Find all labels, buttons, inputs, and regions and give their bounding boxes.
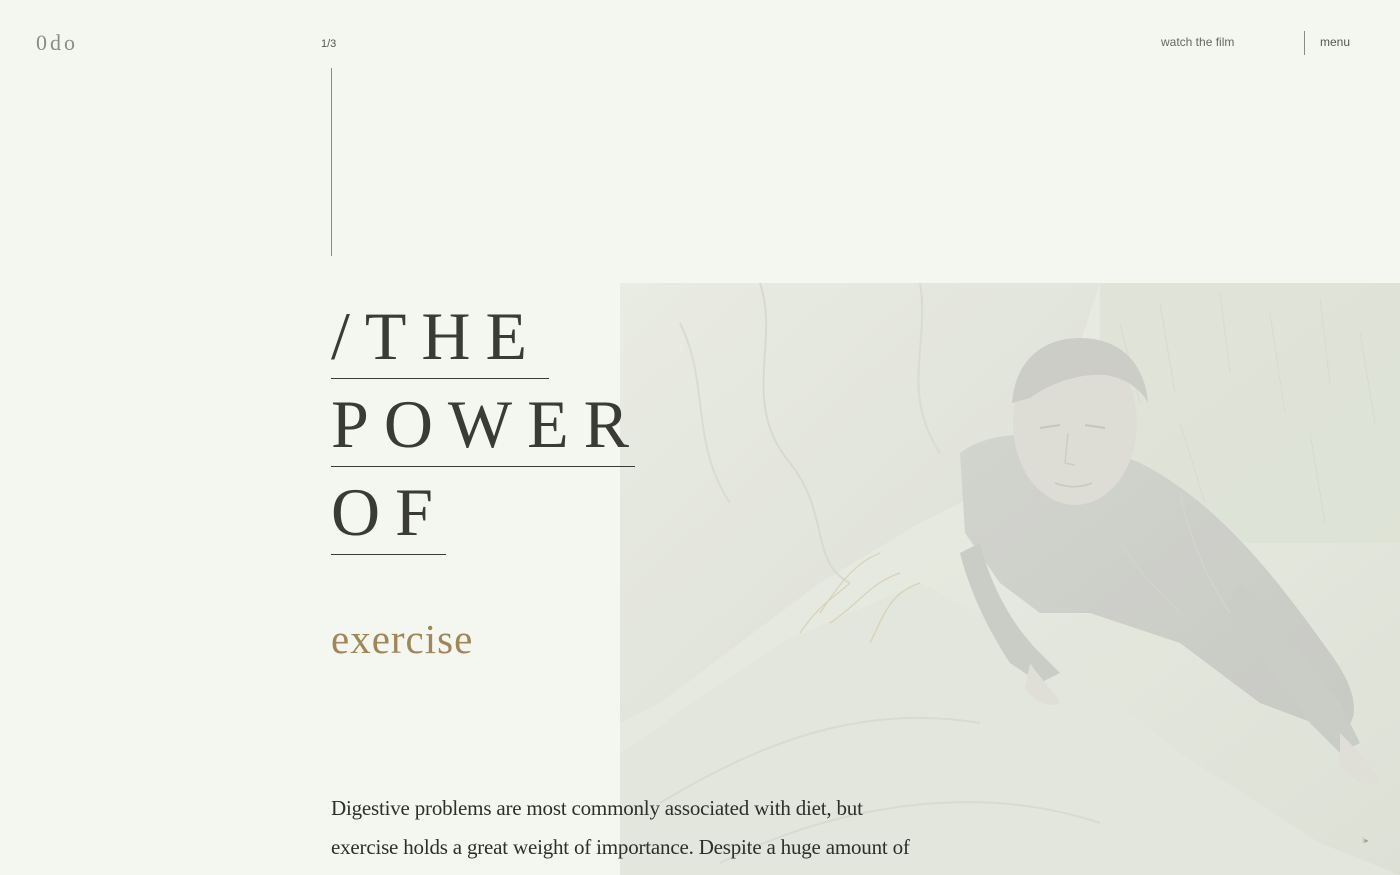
hero-subtitle: exercise [331, 616, 474, 662]
hero-title-line-3: OF [331, 478, 446, 555]
watch-film-link[interactable]: watch the film [1161, 35, 1234, 49]
play-indicator-icon[interactable]: ⁝▸ [1362, 836, 1369, 845]
hero-photo-man-climbing-rocks [620, 283, 1400, 875]
menu-button[interactable]: menu [1320, 35, 1350, 49]
hero-title-line-1: /THE [331, 302, 549, 379]
nav-divider [1304, 31, 1305, 55]
hero-title-line-2: POWER [331, 390, 635, 467]
intro-paragraph: Digestive problems are most commonly ass… [331, 796, 910, 875]
slide-counter: 1/3 [321, 38, 337, 50]
vertical-divider [331, 68, 332, 256]
site-logo[interactable]: 0do [36, 30, 78, 56]
